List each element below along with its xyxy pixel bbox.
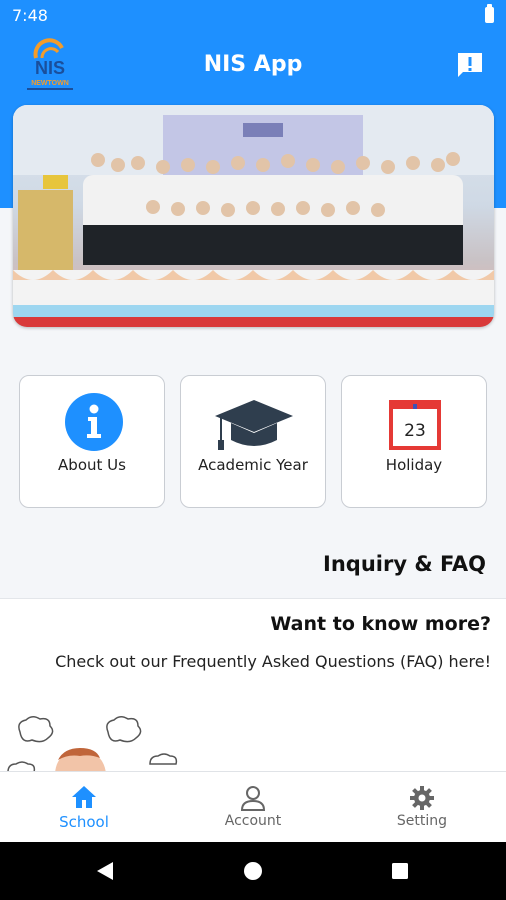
home-icon (72, 786, 96, 808)
recents-icon[interactable] (391, 862, 409, 880)
faq-title: Want to know more? (270, 613, 491, 635)
status-bar: 7:48 (0, 0, 506, 32)
holiday-card[interactable]: 23 Holiday (341, 375, 487, 508)
home-button-icon[interactable] (243, 861, 263, 881)
about-us-card[interactable]: About Us (19, 375, 165, 508)
user-icon (240, 786, 266, 811)
system-navigation-bar (0, 842, 506, 900)
faq-heading: Inquiry & FAQ (323, 552, 486, 576)
holiday-label: Holiday (385, 456, 443, 474)
graduation-cap-icon (215, 400, 293, 450)
status-time: 7:48 (12, 6, 48, 25)
academic-year-card[interactable]: Academic Year (180, 375, 326, 508)
feedback-icon[interactable] (455, 50, 485, 80)
gear-icon (410, 786, 434, 810)
nav-school[interactable]: School (0, 772, 168, 843)
nav-setting[interactable]: Setting (338, 772, 506, 843)
nav-account[interactable]: Account (169, 772, 337, 843)
thinking-child-illustration (7, 716, 178, 774)
group-photo-illustration (13, 105, 494, 327)
calendar-day: 23 (404, 421, 426, 441)
calendar-icon: 23 (389, 400, 441, 450)
logo-subtext: NEWTOWN (31, 80, 69, 87)
faq-description: Check out our Frequently Asked Questions… (55, 652, 491, 671)
battery-icon (485, 4, 494, 23)
nav-setting-label: Setting (396, 813, 448, 829)
info-icon (65, 393, 123, 451)
academic-year-label: Academic Year (198, 456, 308, 474)
app-title: NIS App (203, 52, 303, 77)
about-us-label: About Us (58, 456, 126, 474)
banner-photo (13, 105, 494, 327)
bottom-navigation: School Account Setting (0, 771, 506, 843)
nav-school-label: School (59, 813, 109, 831)
nav-account-label: Account (224, 813, 282, 829)
back-icon[interactable] (95, 861, 115, 881)
